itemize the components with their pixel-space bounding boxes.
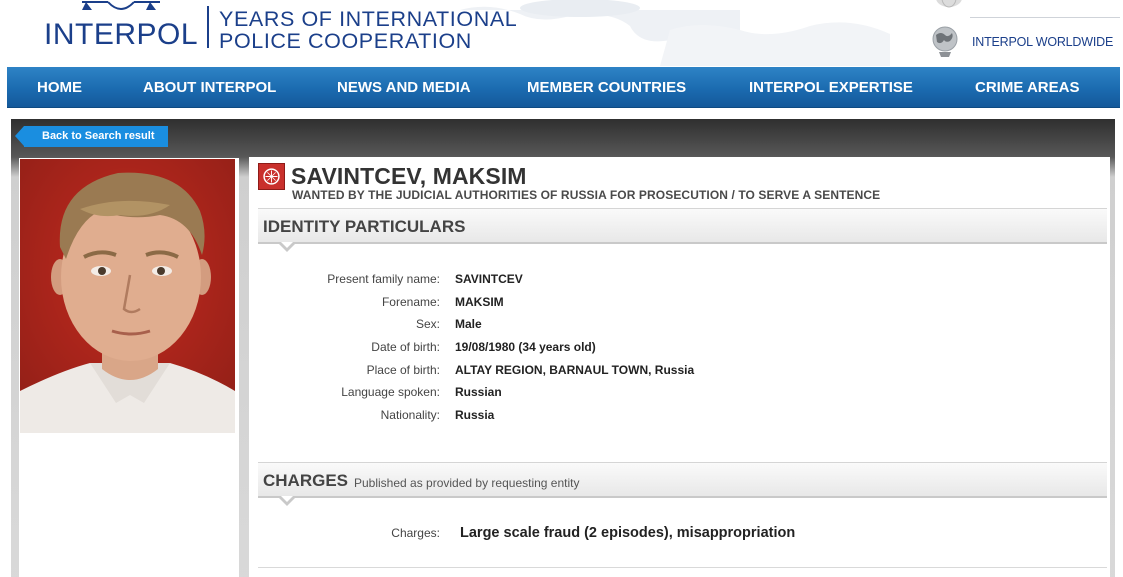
- wanted-person-name: SAVINTCEV, MAKSIM: [291, 163, 527, 189]
- field-label-family-name: Present family name:: [327, 272, 440, 286]
- section-divider: [258, 567, 1107, 568]
- nav-interpol-expertise[interactable]: INTERPOL EXPERTISE: [749, 79, 913, 96]
- nav-about-interpol[interactable]: ABOUT INTERPOL: [143, 79, 276, 96]
- interpol-emblem: [82, 1, 160, 10]
- interpol-worldwide-link[interactable]: INTERPOL WORLDWIDE: [972, 35, 1113, 49]
- red-notice-icon: [258, 163, 285, 190]
- back-to-search-button[interactable]: Back to Search result: [15, 126, 168, 147]
- logo-divider: [207, 6, 209, 48]
- field-value-nationality: Russia: [455, 408, 495, 422]
- field-label-place-of-birth: Place of birth:: [366, 363, 440, 377]
- globe-icon-partial: [936, 0, 962, 8]
- charges-title: CHARGES: [263, 471, 349, 490]
- charges-header: CHARGES Published as provided by request…: [258, 462, 1107, 506]
- site-header: INTERPOL YEARS OF INTERNATIONAL POLICE C…: [0, 0, 1123, 66]
- field-value-forename: MAKSIM: [455, 295, 504, 309]
- field-label-date-of-birth: Date of birth:: [371, 340, 440, 354]
- charges-value: Large scale fraud (2 episodes), misappro…: [460, 525, 796, 541]
- subject-photo[interactable]: [20, 159, 235, 433]
- nav-crime-areas[interactable]: CRIME AREAS: [975, 79, 1079, 96]
- field-label-forename: Forename:: [381, 295, 440, 309]
- nav-news-and-media[interactable]: NEWS AND MEDIA: [337, 79, 471, 96]
- main-navigation: HOME ABOUT INTERPOL NEWS AND MEDIA MEMBE…: [7, 67, 1120, 108]
- globe-icon[interactable]: [929, 24, 961, 58]
- portrait-image: [20, 159, 235, 433]
- field-value-date-of-birth: 19/08/1980 (34 years old): [455, 340, 596, 354]
- field-value-family-name: SAVINTCEV: [455, 272, 523, 286]
- charges-subtitle: Published as provided by requesting enti…: [354, 476, 580, 490]
- nav-member-countries[interactable]: MEMBER COUNTRIES: [527, 79, 686, 96]
- field-label-language-spoken: Language spoken:: [341, 385, 440, 399]
- back-arrow-icon: [15, 126, 24, 146]
- anniversary-line-2: POLICE COOPERATION: [219, 29, 472, 53]
- field-value-language-spoken: Russian: [455, 385, 502, 399]
- interpol-logo-text[interactable]: INTERPOL: [44, 18, 198, 52]
- identity-particulars-header: IDENTITY PARTICULARS: [258, 208, 1107, 252]
- field-value-sex: Male: [455, 317, 482, 331]
- field-value-place-of-birth: ALTAY REGION, BARNAUL TOWN, Russia: [455, 363, 695, 377]
- charges-label: Charges:: [391, 526, 440, 540]
- nav-home[interactable]: HOME: [37, 79, 82, 96]
- header-divider: [970, 17, 1120, 18]
- back-button-label: Back to Search result: [42, 130, 155, 142]
- field-label-sex: Sex:: [415, 317, 440, 331]
- identity-particulars-title: IDENTITY PARTICULARS: [263, 217, 466, 236]
- wanted-by-description: WANTED BY THE JUDICIAL AUTHORITIES OF RU…: [292, 188, 881, 202]
- field-label-nationality: Nationality:: [380, 408, 440, 422]
